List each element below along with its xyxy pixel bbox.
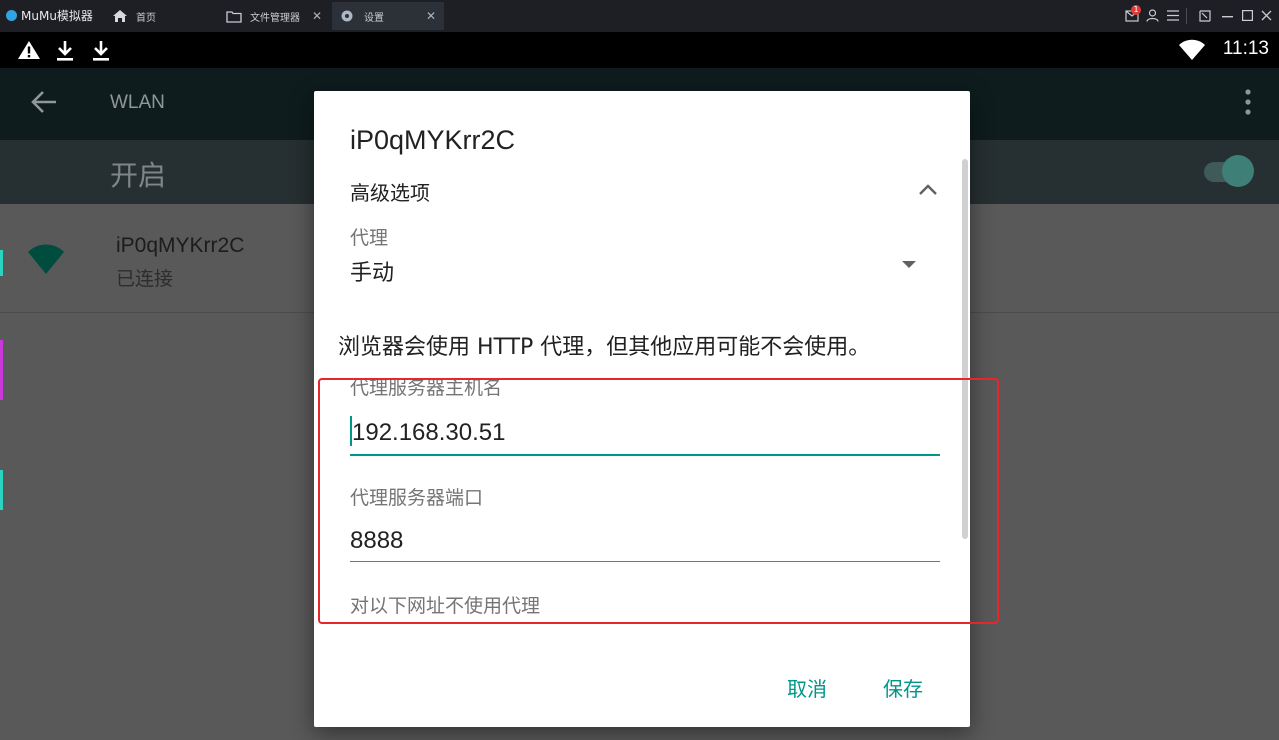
menu-icon[interactable] (1167, 10, 1179, 21)
network-status: 已连接 (116, 268, 174, 290)
tab-file-manager[interactable]: 文件管理器 ✕ (218, 2, 330, 30)
home-icon (113, 10, 127, 22)
wifi-status-icon (1179, 39, 1205, 60)
mumu-logo-icon (6, 10, 17, 21)
tab-settings[interactable]: 设置 ✕ (332, 2, 444, 30)
user-icon[interactable] (1146, 9, 1159, 22)
folder-icon (226, 10, 242, 23)
dropdown-arrow-icon[interactable] (902, 261, 916, 268)
divider (1186, 8, 1187, 24)
download-icon (57, 41, 73, 61)
close-tab-icon[interactable]: ✕ (426, 9, 436, 23)
network-ssid: iP0qMYKrr2C (116, 234, 245, 257)
close-window-icon[interactable] (1261, 10, 1272, 21)
edge-artifact (0, 250, 3, 276)
warning-icon (18, 41, 40, 59)
wifi-signal-icon (28, 244, 64, 274)
brand: MuMu模拟器 (6, 7, 93, 24)
settings-icon (341, 10, 353, 22)
back-arrow-icon[interactable] (31, 90, 57, 114)
chevron-up-icon[interactable] (918, 183, 938, 195)
notification-badge: 1 (1131, 5, 1141, 15)
tab-label: 首页 (136, 12, 156, 24)
maximize-icon[interactable] (1242, 10, 1253, 21)
edge-artifact (0, 470, 3, 510)
tab-label: 文件管理器 (250, 12, 300, 24)
brand-label: MuMu模拟器 (21, 9, 93, 23)
minimize-icon[interactable] (1222, 16, 1233, 18)
cancel-button[interactable]: 取消 (787, 673, 827, 702)
tab-label: 设置 (364, 12, 384, 24)
advanced-options-label[interactable]: 高级选项 (350, 177, 430, 206)
proxy-label: 代理 (350, 227, 389, 249)
tab-home[interactable]: 首页 (104, 2, 216, 30)
shrink-icon[interactable] (1199, 10, 1211, 22)
save-button[interactable]: 保存 (883, 673, 923, 702)
download-icon (93, 41, 109, 61)
more-options-icon[interactable] (1244, 88, 1252, 116)
dialog-title: iP0qMYKrr2C (350, 125, 516, 155)
switch-thumb[interactable] (1222, 155, 1254, 187)
proxy-warning-message: 浏览器会使用 HTTP 代理，但其他应用可能不会使用。 (338, 335, 871, 360)
android-status-bar: 11:13 (0, 32, 1279, 68)
highlight-box (318, 378, 999, 624)
clock: 11:13 (1222, 38, 1269, 59)
emulator-titlebar: MuMu模拟器 首页 文件管理器 ✕ 设置 ✕ 1 (0, 0, 1279, 32)
close-tab-icon[interactable]: ✕ (312, 9, 322, 23)
edge-artifact (0, 340, 3, 400)
switch-label: 开启 (110, 159, 167, 192)
proxy-dropdown[interactable]: 手动 (350, 255, 394, 287)
page-title: WLAN (110, 92, 165, 113)
